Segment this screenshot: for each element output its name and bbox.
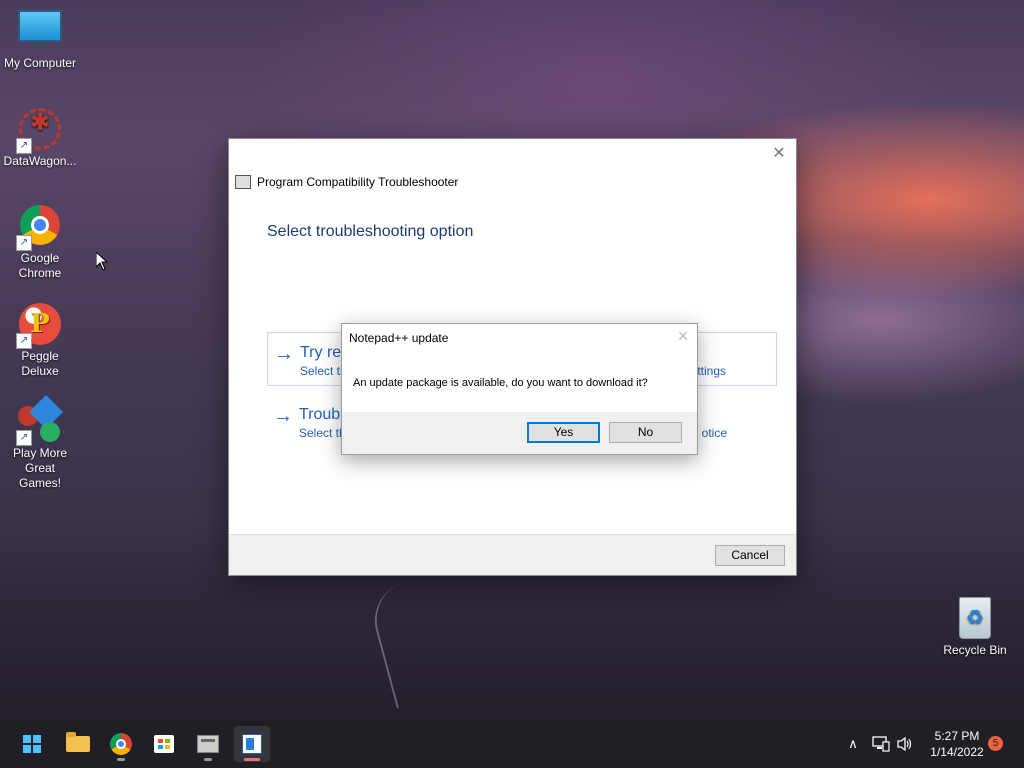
arrow-right-icon: → (274, 343, 294, 365)
option-description: Select th (300, 364, 347, 378)
desktop-icon-label: Play More Great Games! (12, 446, 68, 490)
file-explorer-icon (66, 732, 90, 752)
desktop-icon-label: Peggle Deluxe (21, 349, 59, 378)
chrome-icon (110, 733, 132, 755)
datawagon-icon: ↗ (16, 108, 62, 154)
shortcut-arrow-icon: ↗ (16, 430, 32, 446)
desktop-icon-label: Google Chrome (18, 251, 62, 280)
dialog-title: Notepad++ update (349, 331, 449, 345)
computer-icon (18, 10, 62, 54)
yes-button[interactable]: Yes (527, 422, 600, 443)
close-icon[interactable]: ✕ (677, 328, 689, 345)
clock-time: 5:27 PM (934, 729, 980, 743)
mouse-cursor-icon (96, 252, 108, 271)
no-button[interactable]: No (609, 422, 682, 443)
arrow-right-icon: → (273, 405, 293, 427)
taskbar: ∧ 5:27 PM 1/14/2022 (0, 720, 1024, 768)
taskbar-store[interactable] (146, 726, 182, 762)
clock-date: 1/14/2022 (930, 745, 984, 759)
desktop-icon-label: My Computer (3, 56, 77, 70)
shortcut-arrow-icon: ↗ (16, 235, 32, 251)
recycle-bin-icon: ♻ (953, 597, 997, 641)
taskbar-troubleshooter[interactable] (190, 726, 226, 762)
notepadpp-update-dialog: Notepad++ update ✕ An update package is … (341, 323, 698, 455)
network-icon[interactable] (872, 736, 890, 752)
start-icon (23, 735, 41, 753)
shortcut-arrow-icon: ↗ (16, 333, 32, 349)
taskbar-notepadpp[interactable] (234, 726, 270, 762)
system-clock[interactable]: 5:27 PM 1/14/2022 (920, 728, 994, 760)
option-description: Select th (299, 426, 346, 440)
option-description-end: ttings (697, 364, 726, 378)
window-footer: Cancel (229, 534, 796, 575)
store-icon (154, 735, 174, 753)
games-icon: ↗ (16, 395, 63, 446)
option-description-end: otice (701, 426, 727, 440)
desktop-icon-label: DataWagon... (3, 154, 77, 168)
desktop-icon-peggle-deluxe[interactable]: P ↗ Peggle Deluxe (0, 303, 80, 379)
desktop-icon-play-more-games[interactable]: ↗ Play More Great Games! (0, 395, 80, 491)
chrome-icon: ↗ (16, 205, 62, 251)
taskbar-file-explorer[interactable] (59, 726, 95, 762)
troubleshooter-icon (197, 735, 219, 753)
option-title: Troubl (299, 406, 344, 423)
dialog-message: An update package is available, do you w… (353, 377, 648, 389)
start-button[interactable] (14, 726, 50, 762)
desktop-icon-recycle-bin[interactable]: ♻ Recycle Bin (935, 597, 1015, 658)
cancel-button[interactable]: Cancel (715, 545, 785, 566)
troubleshooter-icon (235, 175, 251, 189)
desktop-icon-datawagon[interactable]: ↗ DataWagon... (0, 108, 80, 169)
running-indicator (204, 758, 212, 761)
shortcut-arrow-icon: ↗ (16, 138, 32, 154)
peggle-icon: P ↗ (16, 303, 62, 349)
desktop-icon-label: Recycle Bin (943, 643, 1007, 657)
running-indicator (117, 758, 125, 761)
window-title-bar: Program Compatibility Troubleshooter (235, 175, 458, 189)
desktop-icon-google-chrome[interactable]: ↗ Google Chrome (0, 205, 80, 281)
volume-icon[interactable] (896, 736, 914, 752)
active-indicator (244, 758, 260, 761)
window-title: Program Compatibility Troubleshooter (257, 175, 459, 189)
taskbar-chrome[interactable] (103, 726, 139, 762)
desktop-icon-my-computer[interactable]: My Computer (0, 10, 80, 71)
show-hidden-icons-chevron-up-icon[interactable]: ∧ (842, 720, 864, 768)
notification-badge[interactable]: 5 (988, 736, 1003, 751)
notepadpp-icon (242, 734, 262, 754)
dialog-footer: Yes No (342, 412, 697, 454)
close-icon[interactable]: ✕ (770, 145, 788, 163)
page-heading: Select troubleshooting option (267, 223, 474, 240)
